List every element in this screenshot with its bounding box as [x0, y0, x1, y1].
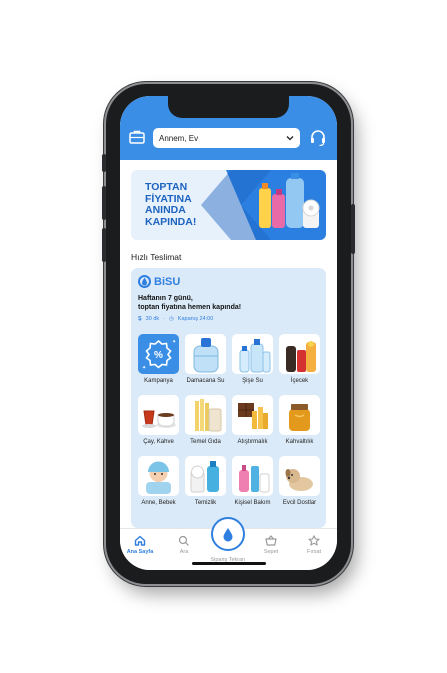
- category-atistirmalik[interactable]: Atıştırmalık: [232, 395, 273, 445]
- drinks-tile: [279, 334, 320, 374]
- volume-up-button: [102, 186, 106, 220]
- star-icon: [308, 535, 320, 546]
- tab-label: Ara: [179, 549, 189, 555]
- category-damacana-su[interactable]: Damacana Su: [185, 334, 226, 384]
- phone-frame: Annem, Ev TOPTAN FİYATINA ANINDA KAPINDA…: [102, 84, 355, 584]
- tagline-line: Haftanın 7 günü,: [138, 295, 193, 302]
- water-bottles-icon: [239, 339, 271, 373]
- category-temizlik[interactable]: Temizlik: [185, 456, 226, 506]
- category-label: Şişe Su: [242, 378, 263, 384]
- promo-banner[interactable]: TOPTAN FİYATINA ANINDA KAPINDA!: [131, 170, 326, 240]
- svg-text:✦: ✦: [172, 339, 176, 345]
- category-cay-kahve[interactable]: Çay, Kahve: [138, 395, 179, 445]
- water-carboy-icon: [193, 338, 219, 373]
- water-drop-logo-icon: [138, 275, 151, 288]
- closing-time: Kapanış 24:00: [177, 316, 214, 322]
- tea-coffee-icon: [142, 410, 176, 428]
- address-selector[interactable]: Annem, Ev: [153, 128, 300, 148]
- personal-care-tile: [232, 456, 273, 496]
- reorder-fab-button[interactable]: [211, 517, 245, 551]
- campaign-tile: % ✦ ✦: [138, 334, 179, 374]
- clock-icon: ◷: [168, 316, 174, 322]
- baby-icon: [146, 461, 171, 494]
- category-label: Anne, Bebek: [141, 500, 176, 506]
- snacks-tile: [232, 395, 273, 435]
- category-label: Evcil Dostlar: [282, 500, 317, 506]
- mute-switch: [102, 154, 106, 172]
- delivery-time: 30 dk: [145, 316, 160, 322]
- store-card[interactable]: BiSU Haftanın 7 günü, toptan fiyatına he…: [131, 268, 326, 528]
- tab-label: Sepet: [263, 549, 279, 555]
- tab-deals[interactable]: Fırsat: [294, 535, 334, 555]
- brand-name: BiSU: [154, 275, 181, 288]
- staples-tile: [185, 395, 226, 435]
- chevron-down-icon: [286, 136, 294, 141]
- category-kisisel-bakim[interactable]: Kişisel Bakım: [232, 456, 273, 506]
- category-label: Kahvaltılık: [285, 439, 314, 445]
- briefcase-icon[interactable]: [129, 130, 145, 144]
- home-indicator: [192, 562, 266, 565]
- tab-label: Fırsat: [306, 549, 322, 555]
- tab-home[interactable]: Ana Sayfa: [120, 535, 160, 555]
- drinks-icon: [286, 341, 316, 372]
- category-label: Temizlik: [194, 500, 217, 506]
- banner-line: ANINDA: [145, 204, 186, 216]
- snacks-icon: [238, 403, 268, 429]
- tab-label: Ana Sayfa: [126, 549, 154, 555]
- svg-text:✦: ✦: [142, 365, 146, 371]
- banner-text: TOPTAN FİYATINA ANINDA KAPINDA!: [145, 181, 197, 228]
- category-sise-su[interactable]: Şişe Su: [232, 334, 273, 384]
- banner-line: TOPTAN: [145, 181, 188, 193]
- honey-jar-icon: [289, 404, 310, 431]
- stage: Annem, Ev TOPTAN FİYATINA ANINDA KAPINDA…: [0, 0, 447, 673]
- store-brand: BiSU: [138, 275, 180, 288]
- cleaning-icon: [190, 461, 219, 493]
- bottle-tile: [232, 334, 273, 374]
- category-label: Temel Gıda: [190, 439, 221, 445]
- category-label: Atıştırmalık: [237, 439, 268, 445]
- store-tagline: Haftanın 7 günü, toptan fiyatına hemen k…: [138, 294, 241, 312]
- store-meta: Ş 30 dk · ◷ Kapanış 24:00: [138, 316, 213, 322]
- basket-icon: [265, 535, 277, 546]
- tab-basket[interactable]: Sepet: [251, 535, 291, 555]
- percent-badge-icon: % ✦ ✦: [142, 339, 176, 371]
- personal-care-icon: [239, 465, 270, 493]
- tagline-line: toptan fiyatına hemen kapında!: [138, 304, 242, 311]
- banner-line: KAPINDA!: [145, 215, 197, 228]
- category-label: Kişisel Bakım: [234, 500, 271, 506]
- tea-coffee-tile: [138, 395, 179, 435]
- baby-tile: [138, 456, 179, 496]
- category-label: İçecek: [290, 378, 309, 384]
- notch: [168, 96, 289, 118]
- address-label: Annem, Ev: [159, 133, 199, 143]
- category-temel-gida[interactable]: Temel Gıda: [185, 395, 226, 445]
- cleaning-tile: [185, 456, 226, 496]
- breakfast-tile: [279, 395, 320, 435]
- category-evcil-dostlar[interactable]: Evcil Dostlar: [279, 456, 320, 506]
- search-icon: [178, 535, 189, 546]
- pet-icon: [285, 469, 313, 491]
- home-icon: [134, 535, 146, 546]
- scooter-icon: Ş: [138, 316, 142, 322]
- svg-text:%: %: [154, 350, 163, 361]
- category-kampanya[interactable]: % ✦ ✦ Kampanya: [138, 334, 179, 384]
- category-label: Damacana Su: [186, 378, 225, 384]
- power-button: [351, 204, 355, 254]
- tab-search[interactable]: Ara: [164, 535, 204, 555]
- headset-icon[interactable]: [309, 129, 327, 147]
- category-kahvaltilik[interactable]: Kahvaltılık: [279, 395, 320, 445]
- app-screen: Annem, Ev TOPTAN FİYATINA ANINDA KAPINDA…: [120, 96, 337, 570]
- category-grid: % ✦ ✦ Kampanya Damacana Su Şişe Su İçece…: [138, 334, 321, 506]
- category-label: Kampanya: [144, 378, 173, 384]
- staple-food-icon: [195, 399, 222, 432]
- volume-down-button: [102, 228, 106, 262]
- water-drop-icon: [223, 527, 233, 541]
- category-label: Çay, Kahve: [143, 439, 174, 445]
- carboy-tile: [185, 334, 226, 374]
- category-icecek[interactable]: İçecek: [279, 334, 320, 384]
- section-title: Hızlı Teslimat: [131, 252, 182, 262]
- separator-dot: ·: [163, 316, 165, 322]
- category-anne-bebek[interactable]: Anne, Bebek: [138, 456, 179, 506]
- pets-tile: [279, 456, 320, 496]
